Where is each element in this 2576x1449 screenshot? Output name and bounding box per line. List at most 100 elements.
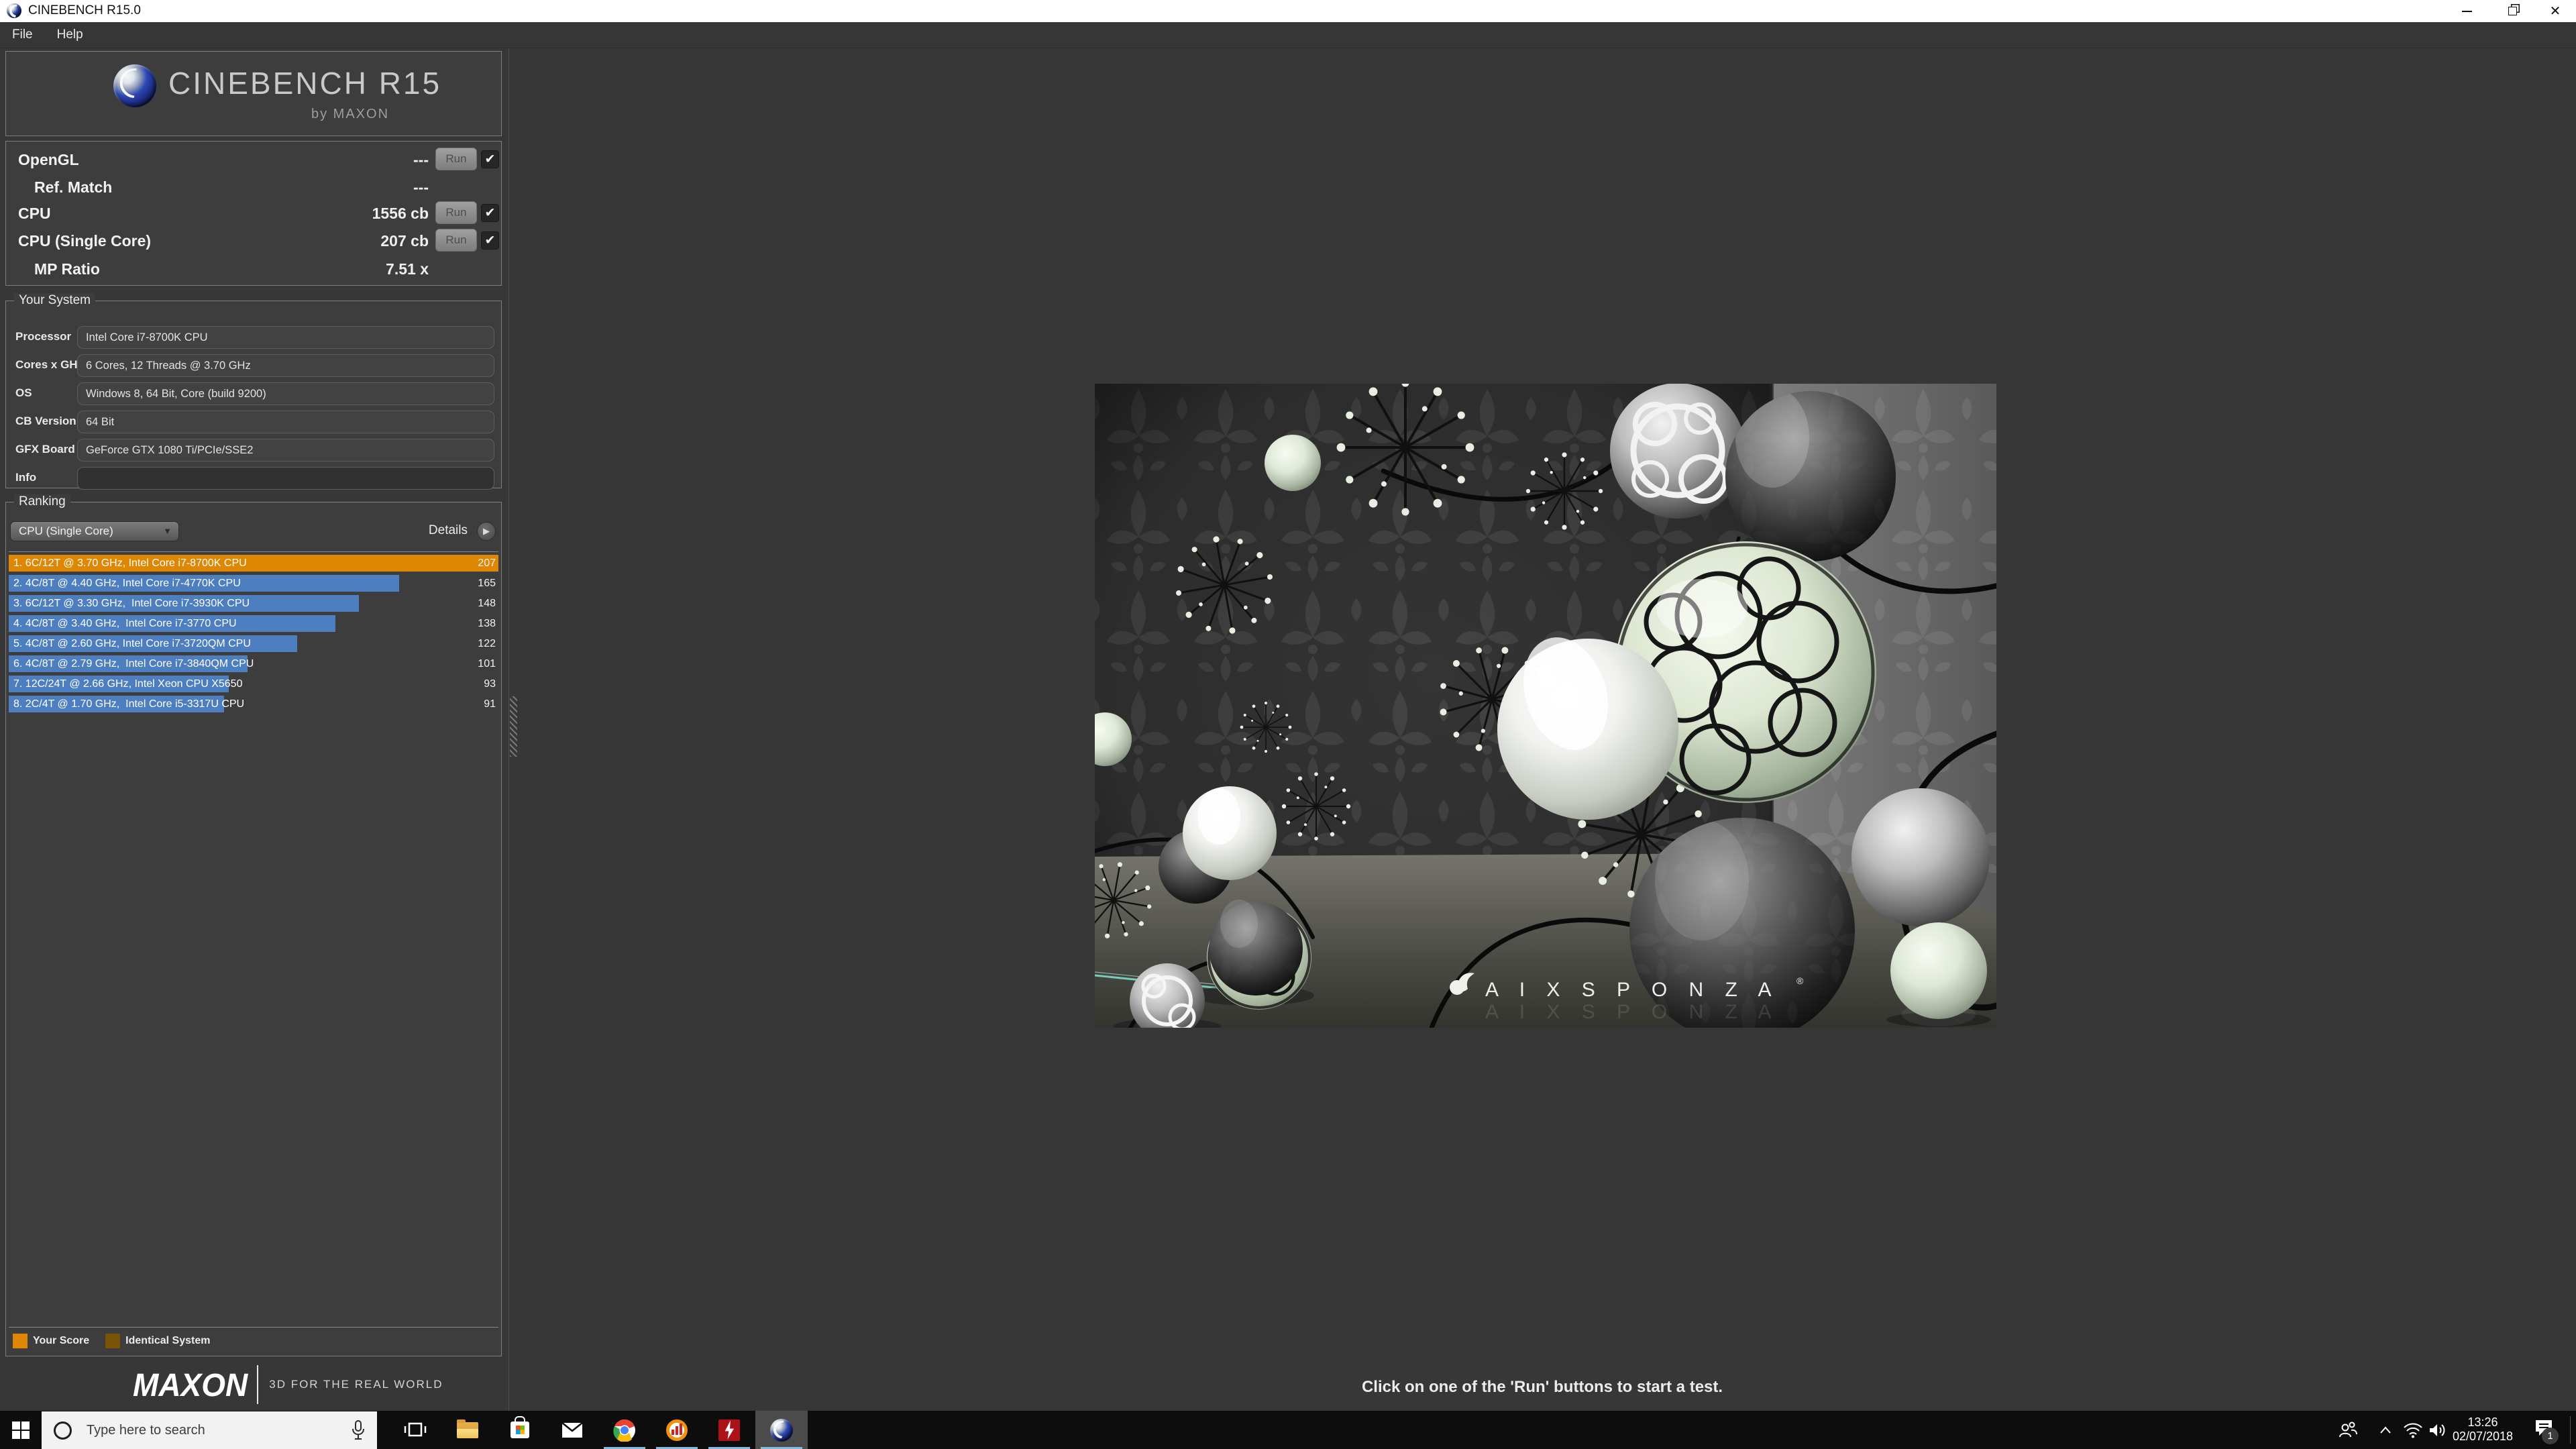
opengl-checkbox[interactable]: ✔ [481,150,499,168]
cb-version-field[interactable]: 64 Bit [77,411,494,433]
ranking-filter-dropdown[interactable]: CPU (Single Core) ▼ [10,521,179,541]
score-row-mp-ratio: MP Ratio 7.51 x [6,258,501,280]
restore-icon [2508,7,2517,15]
info-label: Info [15,471,36,484]
info-field[interactable] [77,467,494,490]
title-bar: CINEBENCH R15.0 ✕ [0,0,2576,22]
logo-panel: CINEBENCH R15 by MAXON [5,51,502,136]
people-button[interactable] [2333,1411,2363,1449]
gfx-board-field[interactable]: GeForce GTX 1080 Ti/PCIe/SSE2 [77,439,494,462]
cpu-run-button[interactable]: Run [435,201,477,224]
minimize-icon [2462,11,2472,12]
menu-file[interactable]: File [0,22,45,48]
rank-row-5[interactable]: 5. 4C/8T @ 2.60 GHz, Intel Core i7-3720Q… [9,635,498,652]
panel-splitter-grip[interactable] [510,696,517,757]
processor-label: Processor [15,330,71,343]
chrome-icon [613,1419,636,1442]
cpu-label: CPU [18,205,51,223]
notification-badge: 1 [2542,1428,2559,1444]
ranking-panel: Ranking CPU (Single Core) ▼ Details ▶ 1.… [5,502,502,1356]
wifi-icon [2403,1422,2423,1438]
lightning-app-button[interactable] [703,1411,755,1449]
rank-row-3[interactable]: 3. 6C/12T @ 3.30 GHz, Intel Core i7-3930… [9,595,498,612]
taskbar-search-box[interactable]: Type here to search [42,1411,377,1449]
close-button[interactable]: ✕ [2540,0,2571,22]
identical-system-swatch [105,1334,120,1348]
status-message: Click on one of the 'Run' buttons to sta… [510,1378,2575,1397]
show-desktop-button[interactable] [2570,1416,2571,1444]
gfx-board-label: GFX Board [15,443,75,456]
microsoft-store-icon [511,1421,529,1438]
rank-row-6[interactable]: 6. 4C/8T @ 2.79 GHz, Intel Core i7-3840Q… [9,655,498,672]
os-field[interactable]: Windows 8, 64 Bit, Core (build 9200) [77,382,494,405]
monitoring-app-button[interactable] [651,1411,703,1449]
identical-system-label: Identical System [125,1335,210,1347]
microphone-icon[interactable] [352,1420,365,1440]
scores-panel: OpenGL --- Run ✔ Ref. Match --- CPU 1556… [5,141,502,286]
cpu-single-run-button[interactable]: Run [435,229,477,252]
cinebench-taskbar-button[interactable] [755,1411,808,1449]
rank-row-8[interactable]: 8. 2C/4T @ 1.70 GHz, Intel Core i5-3317U… [9,696,498,712]
svg-text:A I X S P O N Z A: A I X S P O N Z A [1485,979,1780,1001]
your-system-panel: Your System ProcessorIntel Core i7-8700K… [5,301,502,488]
rank-row-2[interactable]: 2. 4C/8T @ 4.40 GHz, Intel Core i7-4770K… [9,575,498,592]
mail-button[interactable] [546,1411,598,1449]
start-button[interactable] [0,1411,42,1449]
file-explorer-icon [457,1422,478,1438]
cpu-checkbox[interactable]: ✔ [481,204,499,222]
maxon-logo: MAXON [133,1366,248,1404]
window-title: CINEBENCH R15.0 [28,3,141,18]
processor-field[interactable]: Intel Core i7-8700K CPU [77,326,494,349]
opengl-run-button[interactable]: Run [435,148,477,170]
people-icon [2339,1421,2357,1439]
file-explorer-button[interactable] [441,1411,494,1449]
cpu-single-value: 207 cb [380,232,429,250]
app-logo-subtitle: by MAXON [311,107,389,122]
screen: CINEBENCH R15.0 ✕ File Help CINEBENCH R1… [0,0,2576,1449]
chevron-down-icon: ▼ [163,522,172,541]
restore-button[interactable] [2497,0,2528,22]
windows-logo-icon [11,1421,30,1440]
cinebench-icon [770,1419,793,1442]
mp-ratio-label: MP Ratio [34,260,100,278]
close-icon: ✕ [2550,5,2561,18]
score-row-cpu: CPU 1556 cb Run ✔ [6,203,501,224]
search-placeholder: Type here to search [87,1423,352,1438]
score-row-refmatch: Ref. Match --- [6,176,501,198]
ranking-bottom-separator [9,1327,498,1328]
cpu-single-label: CPU (Single Core) [18,232,151,250]
os-label: OS [15,386,32,400]
your-score-label: Your Score [33,1335,89,1347]
mail-icon [561,1422,583,1438]
cores-ghz-field[interactable]: 6 Cores, 12 Threads @ 3.70 GHz [77,354,494,377]
cores-ghz-label: Cores x GHz [15,358,83,372]
chrome-button[interactable] [598,1411,651,1449]
panel-splitter [508,48,509,1411]
your-score-swatch [13,1334,28,1348]
render-preview-image: A I X S P O N Z A ® A I X S P O N Z A [1095,384,1996,1028]
ranking-color-legend: Your Score Identical System [13,1333,221,1349]
cortana-icon [54,1421,72,1440]
aixsponza-watermark: A I X S P O N Z A ® A I X S P O N Z A [1450,973,1804,1023]
rank-row-1[interactable]: 1. 6C/12T @ 3.70 GHz, Intel Core i7-8700… [9,555,498,572]
microsoft-store-button[interactable] [494,1411,546,1449]
maxon-divider [257,1365,258,1404]
rank-row-4[interactable]: 4. 4C/8T @ 3.40 GHz, Intel Core i7-3770 … [9,615,498,632]
taskbar: Type here to search [0,1411,2576,1449]
lightning-app-icon [718,1419,740,1441]
tray-expand-button[interactable] [2372,1411,2399,1449]
details-button[interactable]: ▶ [477,522,496,541]
action-center-button[interactable]: 1 [2526,1411,2561,1449]
monitoring-app-icon [666,1419,688,1441]
maxon-branding: MAXON 3D FOR THE REAL WORLD [5,1362,502,1407]
ranking-legend: Ranking [14,494,70,509]
score-row-cpu-single: CPU (Single Core) 207 cb Run ✔ [6,230,501,252]
your-system-legend: Your System [14,293,95,308]
rank-row-7[interactable]: 7. 12C/24T @ 2.66 GHz, Intel Xeon CPU X5… [9,676,498,692]
menu-help[interactable]: Help [45,22,95,48]
cpu-single-checkbox[interactable]: ✔ [481,231,499,250]
clock-time: 13:26 [2442,1415,2524,1430]
minimize-button[interactable] [2451,0,2482,22]
task-view-button[interactable] [389,1411,441,1449]
taskbar-clock[interactable]: 13:26 02/07/2018 [2442,1411,2524,1449]
